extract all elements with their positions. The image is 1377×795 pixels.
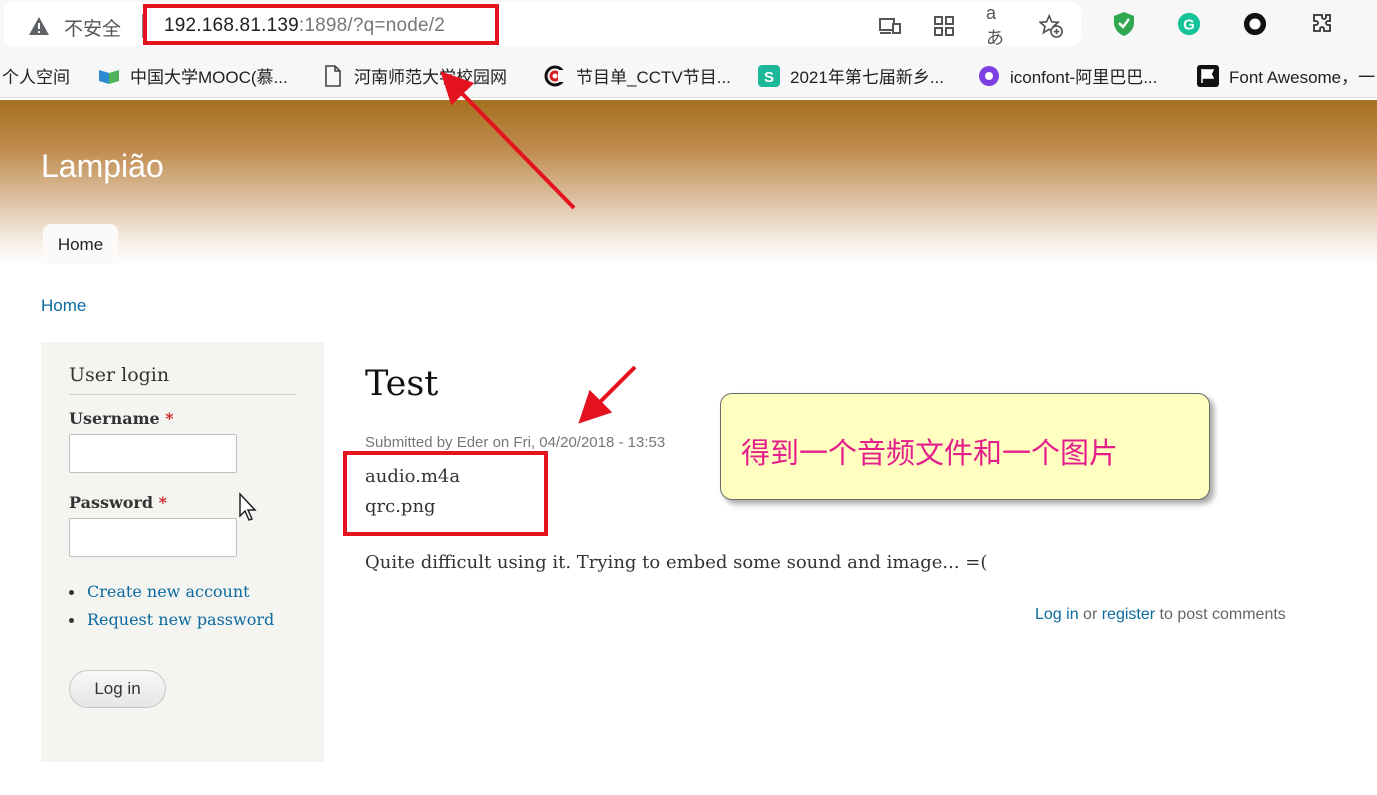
url-arrow — [440, 71, 576, 210]
annotation-arrows — [440, 71, 637, 424]
attachment-arrow — [578, 365, 637, 424]
